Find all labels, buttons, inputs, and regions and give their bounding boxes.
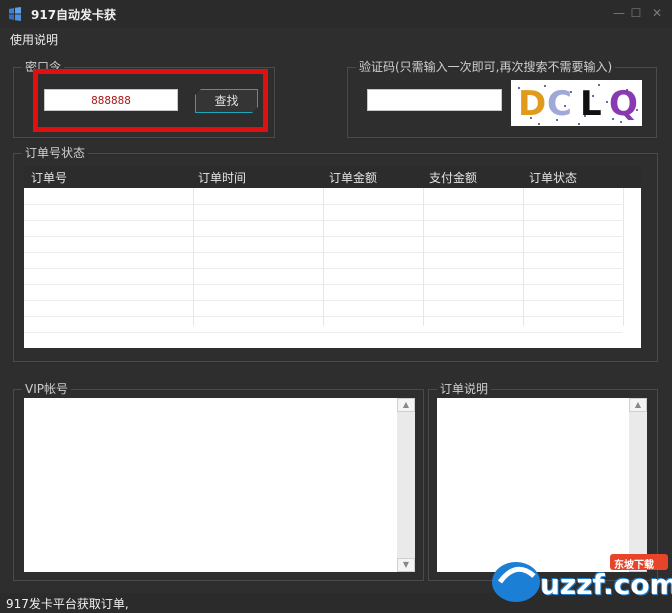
column-divider	[323, 188, 324, 326]
app-logo-icon	[9, 7, 21, 21]
column-header-order-status[interactable]: 订单状态	[529, 169, 577, 186]
scroll-up-icon[interactable]: ▲	[397, 398, 415, 412]
captcha-image[interactable]: D C L Q	[511, 80, 642, 126]
minimize-button[interactable]: —	[610, 5, 628, 21]
column-divider	[423, 188, 424, 326]
captcha-char-3: L	[580, 84, 602, 124]
menu-help[interactable]: 使用说明	[10, 31, 58, 48]
watermark-text: uzzf.com	[540, 568, 672, 601]
order-notes-textarea[interactable]: ▲ ▼	[437, 398, 647, 572]
column-header-order-amount[interactable]: 订单金额	[329, 169, 377, 186]
table-row	[24, 332, 622, 333]
orders-table-header: 订单号 订单时间 订单金额 支付金额 订单状态	[24, 166, 641, 188]
notes-scrollbar[interactable]: ▲ ▼	[629, 398, 647, 572]
password-input[interactable]	[44, 89, 178, 111]
captcha-char-2: C	[547, 84, 572, 124]
window-title: 917自动发卡获	[31, 8, 117, 22]
vip-scrollbar[interactable]: ▲ ▼	[397, 398, 415, 572]
column-divider	[623, 188, 624, 326]
watermark-logo: 东坡下载 uzzf.com	[486, 548, 672, 608]
search-button[interactable]: 查找	[195, 89, 258, 113]
captcha-input[interactable]	[367, 89, 502, 111]
close-button[interactable]: ✕	[648, 5, 666, 21]
scroll-up-icon[interactable]: ▲	[629, 398, 647, 412]
notes-group-label: 订单说明	[437, 381, 492, 397]
vip-group-label: VIP帐号	[22, 381, 71, 397]
captcha-char-4: Q	[609, 84, 638, 124]
column-header-paid-amount[interactable]: 支付金额	[429, 169, 477, 186]
scroll-down-icon[interactable]: ▼	[397, 558, 415, 572]
captcha-group-label: 验证码(只需输入一次即可,再次搜索不需要输入)	[356, 59, 616, 75]
maximize-button[interactable]: ☐	[627, 5, 645, 21]
column-header-order-no[interactable]: 订单号	[31, 169, 67, 186]
column-divider	[523, 188, 524, 326]
status-text: 917发卡平台获取订单,	[6, 597, 129, 611]
title-bar: 917自动发卡获 — ☐ ✕	[0, 0, 672, 28]
orders-table[interactable]: 订单号 订单时间 订单金额 支付金额 订单状态	[24, 166, 641, 348]
vip-account-textarea[interactable]: ▲ ▼	[24, 398, 415, 572]
column-divider	[193, 188, 194, 326]
orders-group-label: 订单号状态	[22, 145, 89, 161]
captcha-char-1: D	[518, 84, 547, 124]
column-header-order-time[interactable]: 订单时间	[198, 169, 246, 186]
